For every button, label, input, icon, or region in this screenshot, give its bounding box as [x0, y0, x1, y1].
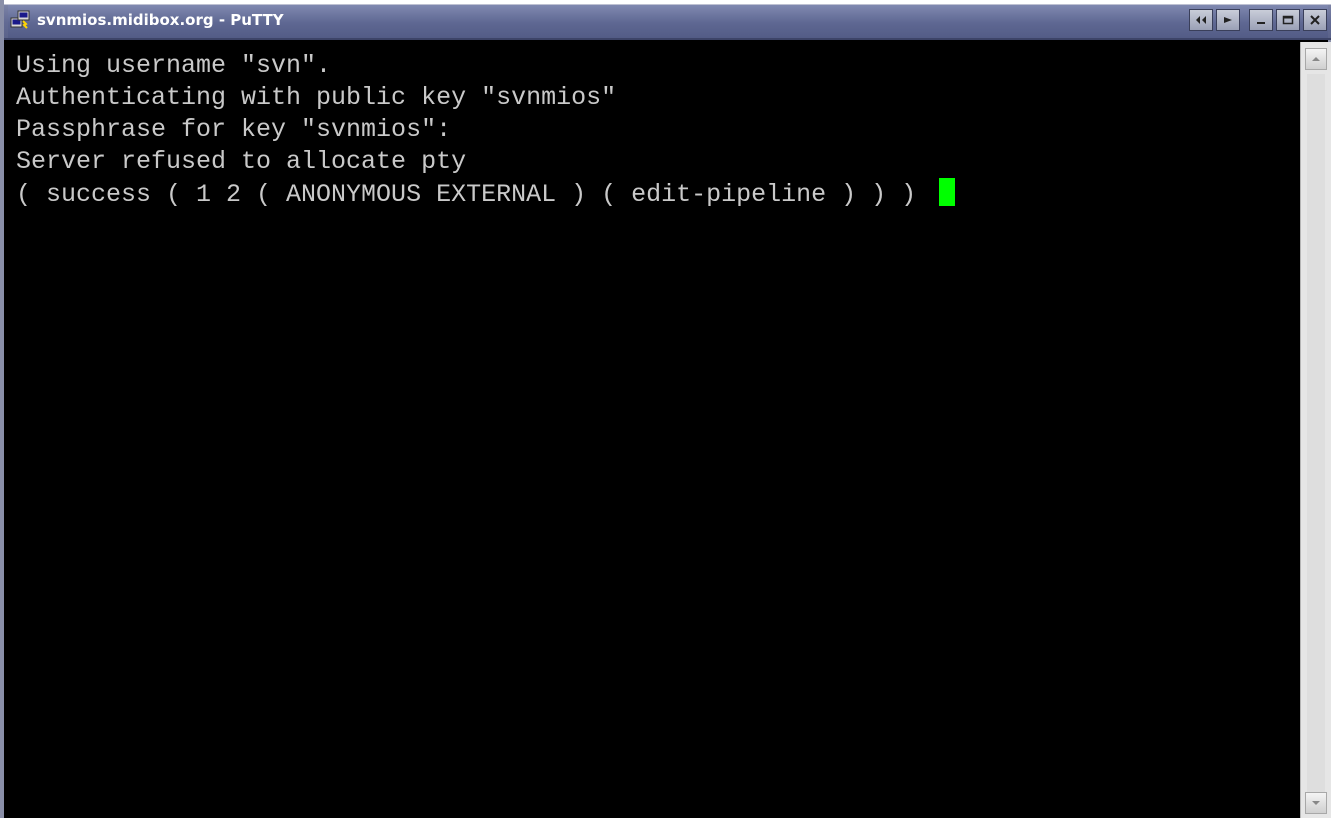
maximize-button[interactable] — [1276, 9, 1300, 31]
terminal-cursor — [939, 178, 956, 206]
terminal-line-text: ( success ( 1 2 ( ANONYMOUS EXTERNAL ) (… — [16, 180, 932, 209]
window-title: svnmios.midibox.org - PuTTY — [37, 11, 284, 29]
terminal-line: Authenticating with public key "svnmios" — [16, 83, 617, 112]
terminal-line: Passphrase for key "svnmios": — [16, 115, 452, 144]
terminal-output[interactable]: Using username "svn". Authenticating wit… — [8, 42, 1300, 818]
vertical-scrollbar[interactable] — [1300, 42, 1331, 818]
tile-right-icon — [1224, 17, 1232, 23]
scroll-down-icon — [1312, 801, 1320, 805]
minimize-button[interactable] — [1249, 9, 1273, 31]
maximize-icon — [1282, 15, 1294, 25]
putty-window: svnmios.midibox.org - PuTTY Using userna… — [0, 0, 1331, 818]
title-bar-buttons — [1189, 9, 1327, 31]
close-icon — [1310, 15, 1320, 25]
scroll-down-button[interactable] — [1305, 792, 1327, 814]
scroll-up-icon — [1312, 57, 1320, 61]
terminal-line: Using username "svn". — [16, 51, 332, 80]
minimize-icon — [1257, 22, 1265, 24]
terminal-line: Server refused to allocate pty — [16, 147, 467, 176]
scroll-up-button[interactable] — [1305, 48, 1327, 70]
scrollbar-track[interactable] — [1307, 74, 1325, 804]
terminal-line-with-cursor: ( success ( 1 2 ( ANONYMOUS EXTERNAL ) (… — [16, 178, 1300, 210]
putty-terminal-icon[interactable] — [10, 9, 32, 31]
tile-left-icon — [1196, 16, 1206, 24]
title-bar[interactable]: svnmios.midibox.org - PuTTY — [4, 0, 1331, 40]
close-button[interactable] — [1303, 9, 1327, 31]
tile-right-button[interactable] — [1216, 9, 1240, 31]
tile-left-button[interactable] — [1189, 9, 1213, 31]
